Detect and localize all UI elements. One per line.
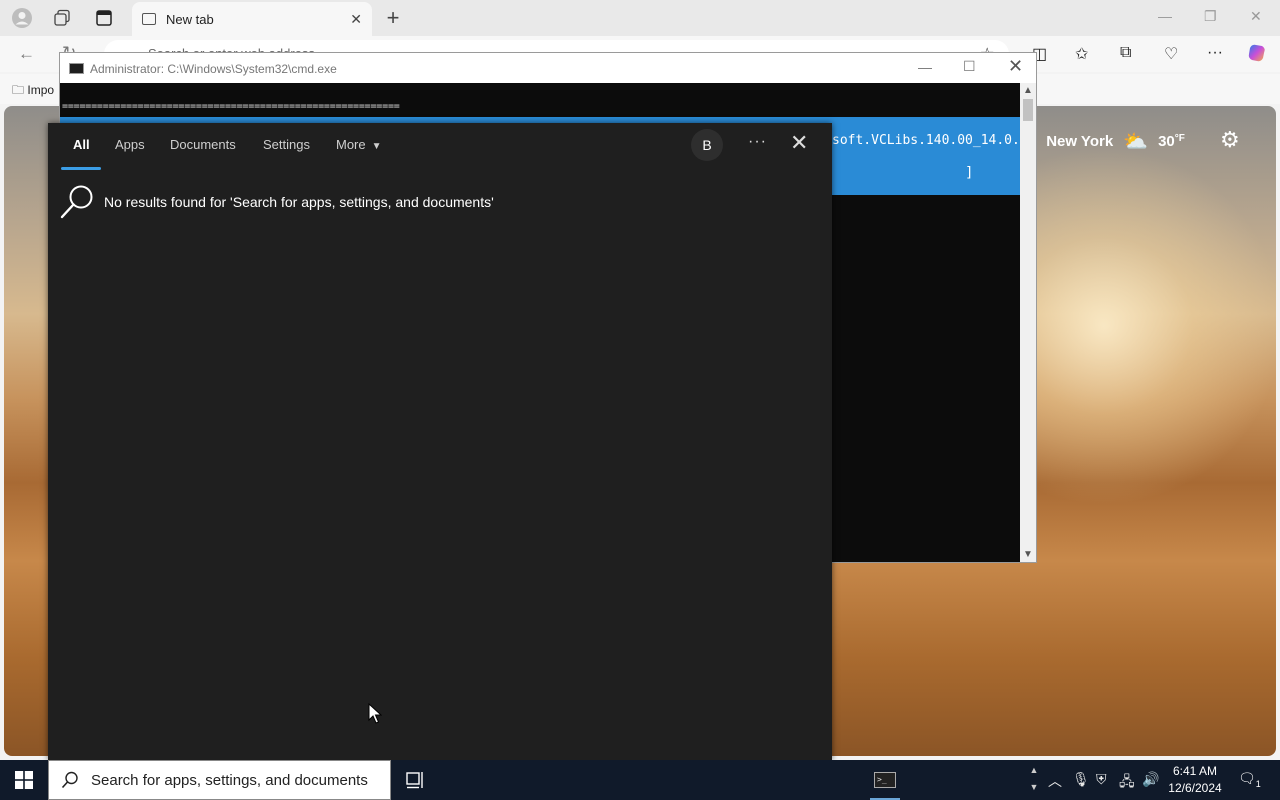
minimize-icon[interactable]: — bbox=[1158, 8, 1172, 24]
search-icon bbox=[60, 185, 93, 219]
notification-count: 1 bbox=[1255, 778, 1261, 789]
temperature-value: 30 bbox=[1158, 132, 1175, 150]
clock-time: 6:41 AM bbox=[1172, 764, 1218, 778]
tab-more[interactable]: More ▼ bbox=[336, 137, 382, 152]
taskbar-search-box[interactable]: Search for apps, settings, and documents bbox=[48, 760, 391, 800]
mouse-pointer-icon bbox=[368, 703, 382, 724]
start-button[interactable] bbox=[0, 760, 48, 800]
scroll-down-arrow-icon[interactable]: ▼ bbox=[1023, 549, 1033, 560]
cmd-maximize-icon[interactable]: ☐ bbox=[963, 58, 976, 75]
tab-bar: New tab ✕ + — ❐ ✕ bbox=[0, 0, 1280, 36]
more-options-icon[interactable]: ··· bbox=[748, 133, 767, 151]
scroll-up-arrow-icon[interactable]: ▲ bbox=[1023, 85, 1033, 96]
tab-documents[interactable]: Documents bbox=[170, 137, 236, 152]
cmd-close-icon[interactable]: ✕ bbox=[1008, 56, 1023, 77]
tab-apps[interactable]: Apps bbox=[115, 137, 145, 152]
chevron-down-icon: ▼ bbox=[371, 141, 382, 152]
tab-settings[interactable]: Settings bbox=[263, 137, 310, 152]
taskbar-search-placeholder: Search for apps, settings, and documents bbox=[91, 771, 368, 789]
folder-icon: 🗀 bbox=[12, 83, 25, 97]
cmd-window-title: Administrator: C:\Windows\System32\cmd.e… bbox=[90, 62, 337, 76]
security-alert-icon[interactable]: ⛨ bbox=[1096, 771, 1107, 788]
temperature-unit: °F bbox=[1174, 132, 1185, 144]
account-avatar[interactable]: B bbox=[691, 129, 723, 161]
tab-more-label: More bbox=[336, 137, 366, 152]
cmd-progress-text: soft.VCLibs.140.00_14.0. bbox=[832, 133, 1020, 148]
settings-more-icon[interactable]: ··· bbox=[1207, 44, 1223, 62]
search-scope-tabs: All Apps Documents Settings More ▼ B ··· … bbox=[48, 123, 832, 173]
tab-all[interactable]: All bbox=[73, 137, 90, 152]
taskbar: Search for apps, settings, and documents… bbox=[0, 760, 1280, 800]
tab-new-tab[interactable]: New tab ✕ bbox=[132, 2, 372, 36]
network-icon[interactable]: 🖧 bbox=[1119, 771, 1135, 795]
weather-location: New York bbox=[1046, 132, 1114, 150]
system-clock[interactable]: 6:41 AM 12/6/2024 bbox=[1164, 763, 1226, 797]
copilot-icon[interactable] bbox=[1246, 42, 1268, 69]
cmd-title-bar[interactable]: Administrator: C:\Windows\System32\cmd.e… bbox=[60, 53, 1036, 83]
taskbar-search-icon bbox=[61, 771, 78, 789]
back-arrow-icon[interactable]: ← bbox=[18, 44, 35, 64]
notification-center-icon[interactable]: 🗨1 bbox=[1238, 770, 1261, 789]
new-tab-page-icon bbox=[142, 13, 156, 25]
taskbar-scroll-arrows[interactable]: ▲ ▼ bbox=[1028, 762, 1040, 796]
cmd-taskbar-icon: >_ bbox=[874, 772, 896, 788]
close-window-icon[interactable]: ✕ bbox=[1250, 8, 1262, 25]
favorites-item[interactable]: 🗀 Impo bbox=[12, 81, 54, 102]
close-search-icon[interactable]: ✕ bbox=[790, 132, 808, 154]
favorites-item-label: Impo bbox=[27, 83, 55, 97]
favorites-icon[interactable]: ✩ bbox=[1075, 44, 1088, 64]
no-results-text: No results found for 'Search for apps, s… bbox=[104, 194, 494, 210]
partly-cloudy-icon: ⛅ bbox=[1123, 130, 1149, 153]
vertical-tabs-icon[interactable] bbox=[91, 6, 117, 30]
cmd-minimize-icon[interactable]: — bbox=[918, 59, 932, 75]
taskbar-cmd-button[interactable]: >_ bbox=[864, 760, 906, 800]
page-settings-gear-icon[interactable]: ⚙ bbox=[1220, 127, 1240, 153]
windows-search-flyout: All Apps Documents Settings More ▼ B ··· … bbox=[48, 123, 832, 760]
cmd-separator-line: ========================================… bbox=[62, 101, 400, 112]
show-hidden-icons-chevron-up-icon[interactable]: ︿ bbox=[1048, 771, 1062, 791]
active-tab-indicator bbox=[61, 167, 101, 170]
task-view-icon[interactable] bbox=[404, 768, 428, 792]
tab-title: New tab bbox=[166, 11, 214, 27]
profile-icon[interactable] bbox=[9, 6, 35, 30]
close-tab-icon[interactable]: ✕ bbox=[350, 11, 362, 28]
cmd-progress-bracket: ] bbox=[965, 165, 974, 181]
weather-temperature: 30°F bbox=[1158, 133, 1185, 150]
collections-icon[interactable]: ⧉ bbox=[1120, 44, 1131, 62]
cmd-scrollbar[interactable]: ▲ ▼ bbox=[1020, 83, 1036, 562]
clock-date: 12/6/2024 bbox=[1168, 781, 1222, 795]
restore-icon[interactable]: ❐ bbox=[1204, 8, 1217, 25]
microphone-icon[interactable]: 🎙 bbox=[1072, 771, 1090, 788]
workspaces-icon[interactable] bbox=[49, 6, 75, 30]
scroll-thumb[interactable] bbox=[1023, 99, 1033, 121]
volume-icon[interactable]: 🔊 bbox=[1142, 771, 1159, 788]
windows-logo-icon bbox=[15, 771, 33, 789]
cmd-app-icon bbox=[69, 63, 84, 74]
weather-widget[interactable]: rk New York ⛅ 30°F bbox=[1022, 130, 1185, 153]
new-tab-plus-icon[interactable]: + bbox=[383, 5, 403, 31]
browser-essentials-icon[interactable]: ♡ bbox=[1164, 44, 1178, 64]
no-results-message: No results found for 'Search for apps, s… bbox=[60, 183, 494, 221]
